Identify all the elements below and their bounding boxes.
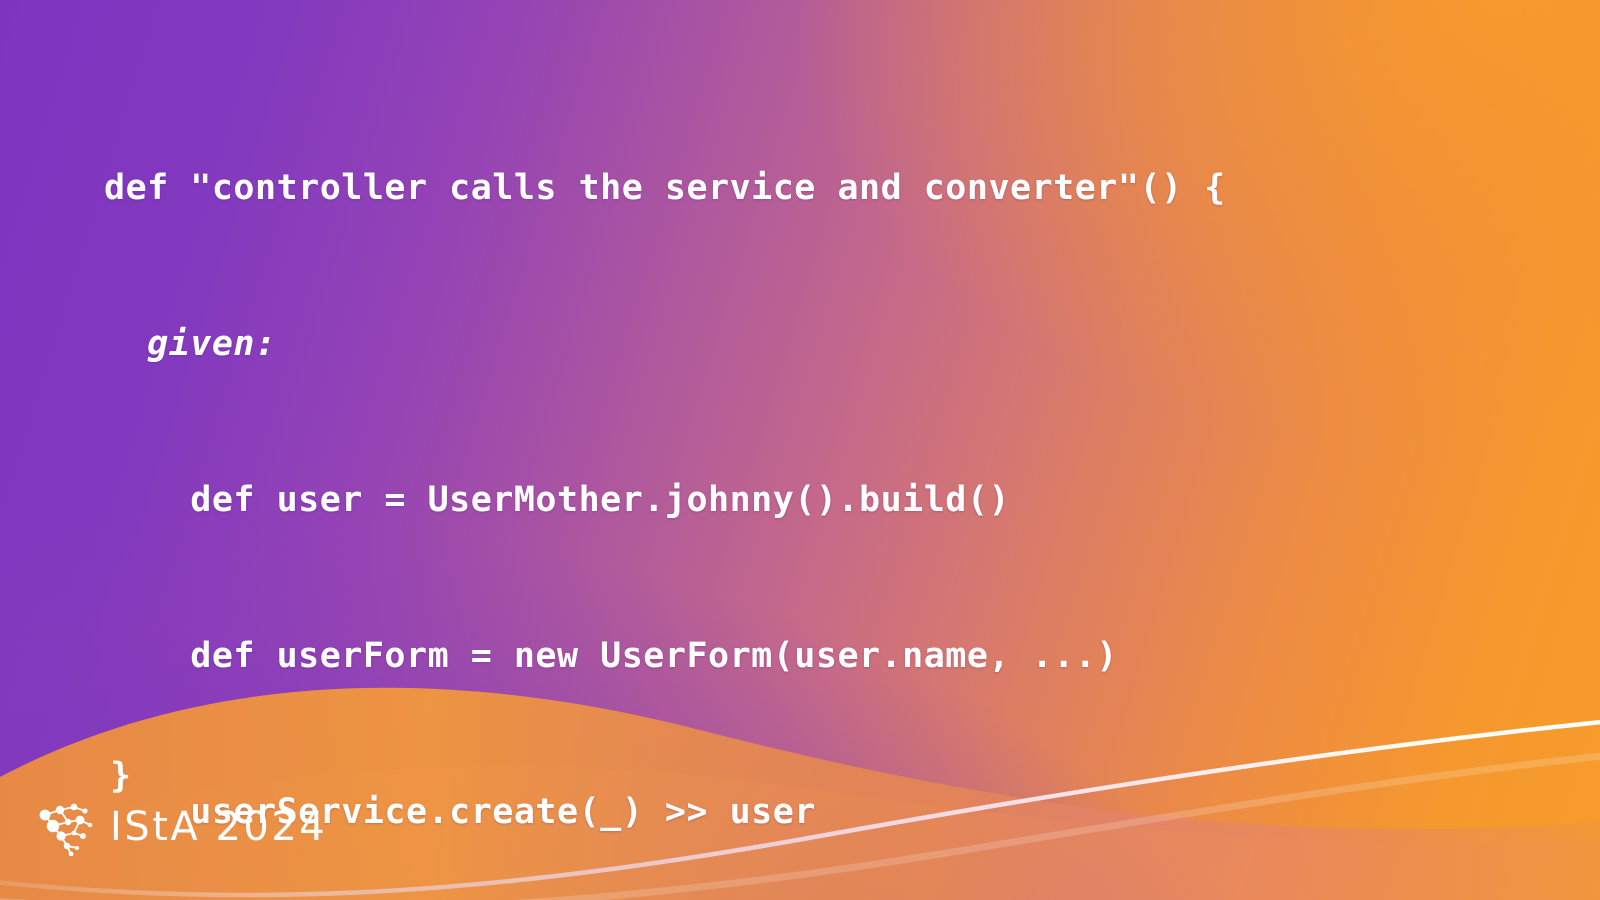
slide-canvas: def "controller calls the service and co…: [0, 0, 1600, 900]
node-network-icon: [39, 803, 93, 856]
code-line: def user = UserMother.johnny().build(): [104, 480, 1011, 520]
code-block: def "controller calls the service and co…: [104, 58, 1226, 900]
conference-logo: IStA 2024: [34, 798, 327, 856]
code-line-given: given:: [104, 324, 277, 364]
code-closing-brace: }: [110, 756, 132, 796]
code-line: def userForm = new UserForm(user.name, .…: [104, 636, 1118, 676]
code-line: def "controller calls the service and co…: [104, 168, 1226, 208]
conference-wordmark: IStA 2024: [110, 804, 328, 850]
